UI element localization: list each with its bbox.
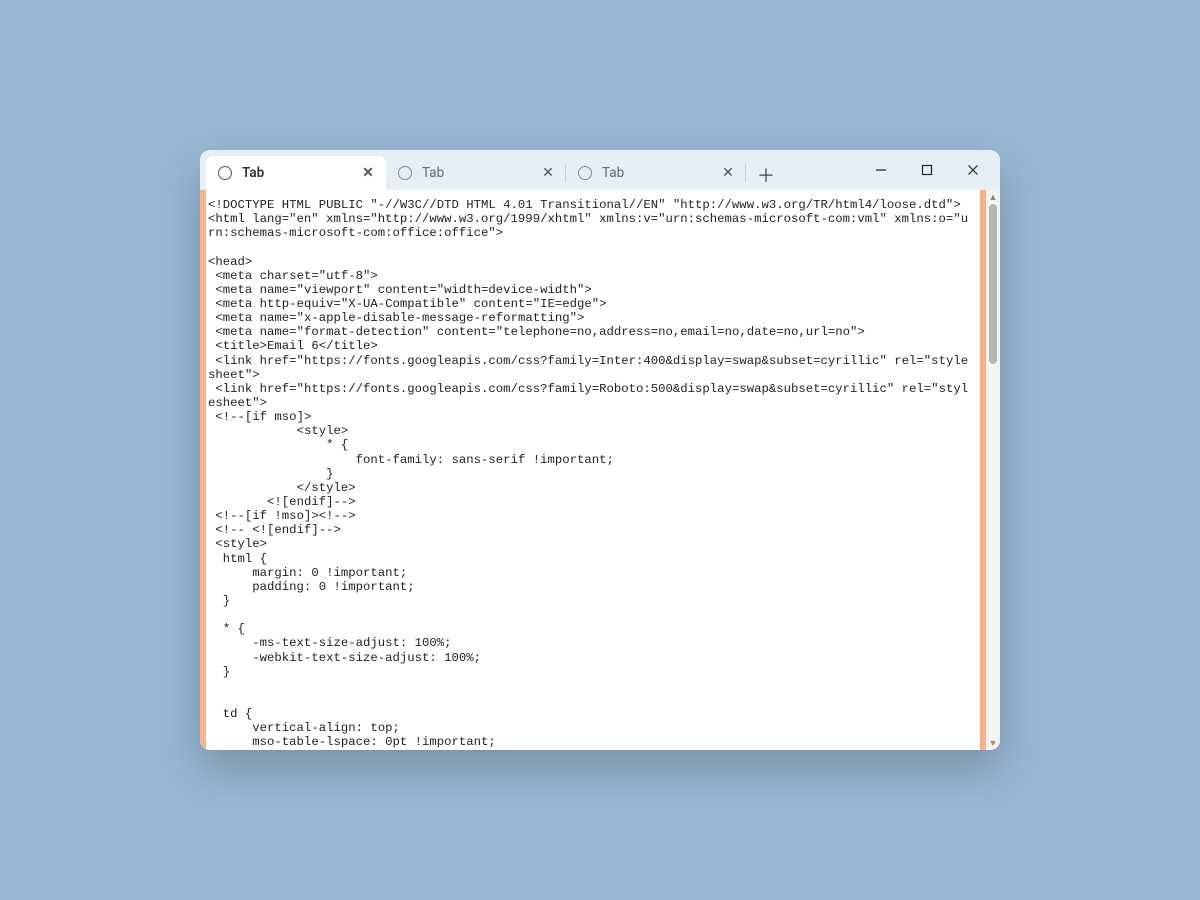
tab-favicon-icon — [578, 166, 592, 180]
minimize-button[interactable] — [858, 150, 904, 190]
content-area: <!DOCTYPE HTML PUBLIC "-//W3C//DTD HTML … — [200, 190, 1000, 750]
tab-close-button[interactable]: ✕ — [538, 163, 558, 183]
tab-2[interactable]: Tab ✕ — [386, 156, 566, 190]
close-window-button[interactable] — [950, 150, 996, 190]
tab-strip: Tab ✕ Tab ✕ Tab ✕ ＋ — [200, 150, 858, 190]
scroll-down-button[interactable]: ▼ — [986, 736, 1000, 750]
tab-label: Tab — [242, 165, 358, 181]
new-tab-button[interactable]: ＋ — [750, 162, 782, 188]
app-window: Tab ✕ Tab ✕ Tab ✕ ＋ — [200, 150, 1000, 750]
scroll-thumb[interactable] — [989, 204, 997, 364]
scroll-up-button[interactable]: ▲ — [986, 190, 1000, 204]
code-viewer[interactable]: <!DOCTYPE HTML PUBLIC "-//W3C//DTD HTML … — [206, 190, 980, 750]
tab-label: Tab — [602, 165, 718, 181]
vertical-scrollbar[interactable]: ▲ ▼ — [986, 190, 1000, 750]
tab-close-button[interactable]: ✕ — [358, 163, 378, 183]
tab-favicon-icon — [398, 166, 412, 180]
tab-1[interactable]: Tab ✕ — [206, 156, 386, 190]
tab-3[interactable]: Tab ✕ — [566, 156, 746, 190]
tab-favicon-icon — [218, 166, 232, 180]
titlebar: Tab ✕ Tab ✕ Tab ✕ ＋ — [200, 150, 1000, 190]
tab-label: Tab — [422, 165, 538, 181]
tab-close-button[interactable]: ✕ — [718, 163, 738, 183]
maximize-button[interactable] — [904, 150, 950, 190]
window-controls — [858, 150, 1000, 190]
